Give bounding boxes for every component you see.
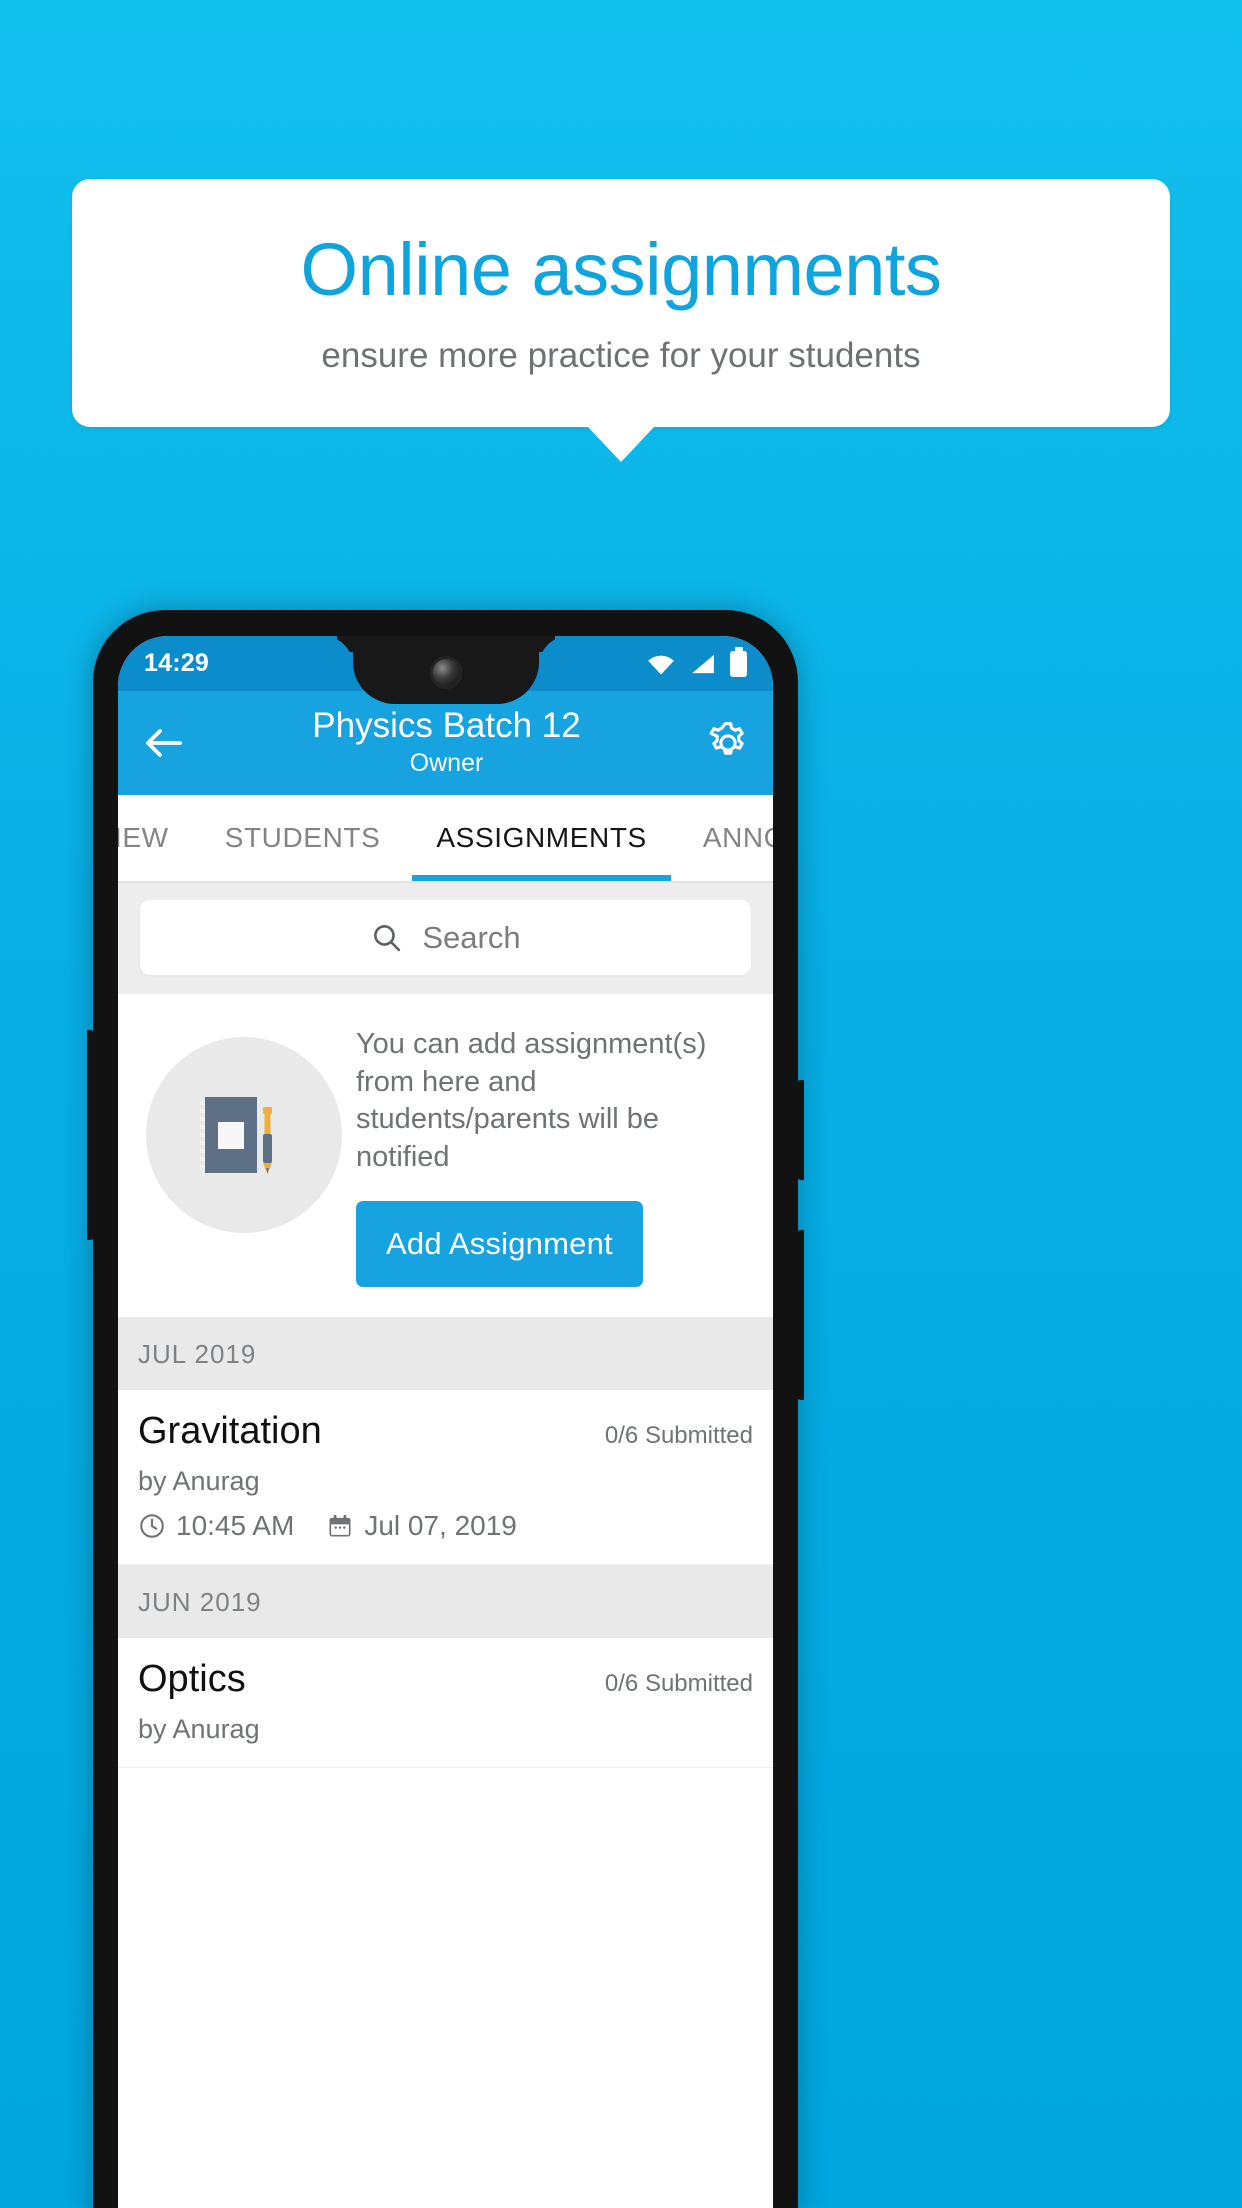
assignment-time: 10:45 AM [176, 1509, 295, 1541]
app-bar: Physics Batch 12 Owner [118, 691, 773, 795]
promo-bubble: Online assignments ensure more practice … [72, 179, 1170, 427]
assignment-date: Jul 07, 2019 [364, 1509, 517, 1541]
phone-device: 14:29 Physics Batch 12 Owner IEW STUDENT… [87, 610, 804, 2208]
tab-assignments[interactable]: ASSIGNMENTS [408, 795, 674, 881]
month-header-jun: JUN 2019 [118, 1564, 773, 1638]
empty-state-card: You can add assignment(s) from here and … [118, 994, 773, 1317]
tab-students[interactable]: STUDENTS [197, 795, 409, 881]
tab-announcements[interactable]: ANNOUNCEM [675, 795, 773, 881]
add-assignment-button[interactable]: Add Assignment [356, 1200, 643, 1287]
page-subtitle: Owner [409, 748, 484, 777]
empty-state-content: You can add assignment(s) from here and … [342, 1020, 755, 1287]
tab-bar: IEW STUDENTS ASSIGNMENTS ANNOUNCEM [118, 795, 773, 883]
assignment-meta: 10:45 AM Jul 07, 2019 [138, 1510, 753, 1542]
calendar-icon [329, 1514, 351, 1537]
gear-icon[interactable] [705, 720, 751, 766]
search-placeholder: Search [422, 919, 521, 955]
search-input[interactable]: Search [140, 900, 751, 975]
front-camera-icon [432, 659, 459, 686]
app-bar-titles: Physics Batch 12 Owner [188, 706, 705, 777]
wifi-icon [648, 655, 674, 674]
search-section: Search [118, 883, 773, 994]
tab-overview[interactable]: IEW [118, 795, 197, 881]
device-power-button[interactable] [796, 1230, 804, 1400]
assignment-row-top: Optics 0/6 Submitted [138, 1658, 753, 1701]
promo-title: Online assignments [300, 228, 942, 312]
status-icons [647, 650, 747, 677]
clock-icon [140, 1513, 164, 1538]
promo-bubble-tail [588, 427, 654, 462]
notebook-pen-illustration [200, 1097, 272, 1174]
assignment-row-gravitation[interactable]: Gravitation 0/6 Submitted by Anurag 10:4… [118, 1389, 773, 1565]
assignment-author: by Anurag [138, 1465, 260, 1496]
device-volume-button[interactable] [796, 1080, 804, 1180]
assignment-row-top: Gravitation 0/6 Submitted [138, 1410, 753, 1453]
back-arrow-icon[interactable] [140, 719, 188, 767]
phone-screen: 14:29 Physics Batch 12 Owner IEW STUDENT… [118, 636, 773, 2208]
status-bar: 14:29 [118, 636, 773, 704]
assignment-title: Optics [138, 1657, 246, 1700]
device-notch [352, 636, 539, 704]
notebook-pen-icon [146, 1037, 342, 1233]
status-time: 14:29 [144, 649, 209, 677]
assignment-row-optics[interactable]: Optics 0/6 Submitted by Anurag [118, 1637, 773, 1768]
battery-icon [730, 650, 747, 677]
search-icon [374, 925, 401, 952]
page-title: Physics Batch 12 [312, 706, 581, 746]
month-header-jul: JUL 2019 [118, 1316, 773, 1390]
assignment-submitted-count: 0/6 Submitted [604, 1669, 753, 1697]
promo-subtitle: ensure more practice for your students [321, 335, 921, 375]
assignment-title: Gravitation [138, 1409, 322, 1452]
assignment-submitted-count: 0/6 Submitted [604, 1421, 753, 1449]
device-left-button[interactable] [87, 1030, 95, 1240]
assignment-author: by Anurag [138, 1713, 260, 1744]
signal-icon [692, 654, 714, 673]
empty-state-message: You can add assignment(s) from here and … [356, 1028, 707, 1174]
